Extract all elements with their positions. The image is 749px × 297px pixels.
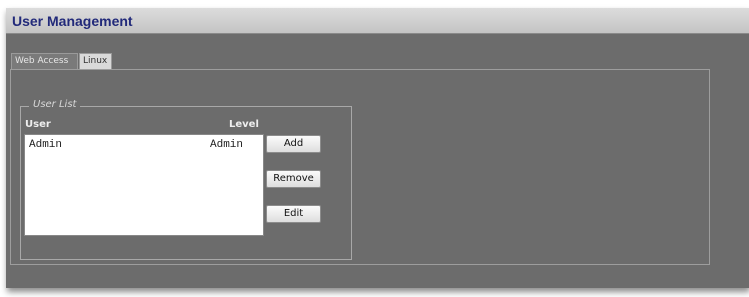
remove-button[interactable]: Remove (266, 170, 321, 188)
list-item[interactable]: Admin Admin (25, 139, 263, 153)
column-header-user: User (25, 119, 51, 130)
page-title: User Management (12, 13, 133, 29)
add-button[interactable]: Add (266, 135, 321, 153)
list-item-level: Admin (210, 139, 244, 151)
user-management-window: User Management Web Access Linux User Li… (6, 8, 749, 288)
user-list-box[interactable]: Admin Admin (24, 134, 264, 236)
edit-button[interactable]: Edit (266, 205, 321, 223)
user-list-legend: User List (29, 99, 81, 110)
tab-linux[interactable]: Linux (79, 53, 112, 69)
column-header-level: Level (229, 119, 259, 130)
titlebar: User Management (6, 8, 749, 34)
list-item-user: Admin (29, 139, 63, 151)
tab-web-access[interactable]: Web Access (11, 53, 78, 69)
